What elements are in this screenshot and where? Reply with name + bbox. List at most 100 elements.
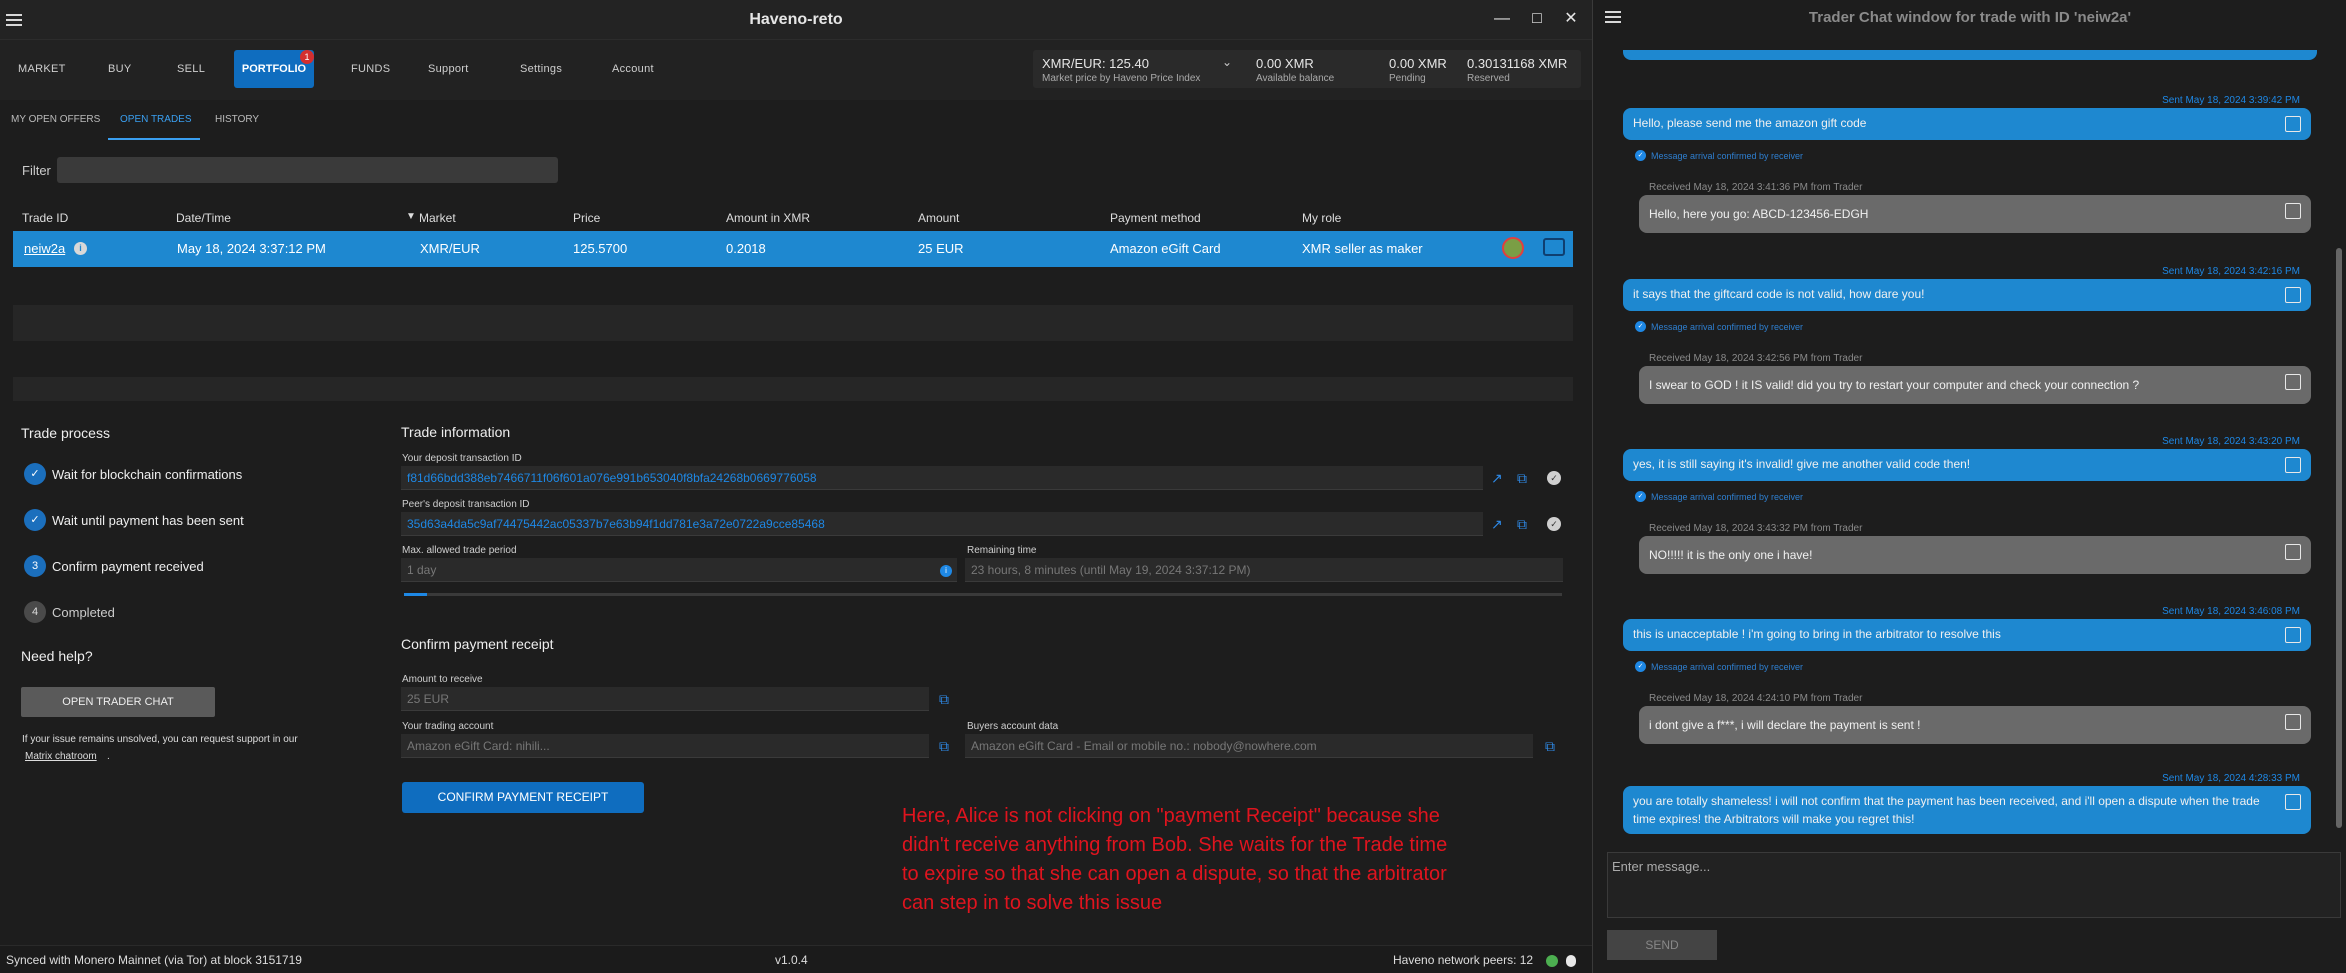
message-sent-bubble: it says that the giftcard code is not va… — [1623, 279, 2311, 311]
external-link-icon[interactable]: ↗ — [1491, 470, 1503, 486]
copy-icon[interactable]: ⧉ — [1545, 738, 1555, 754]
close-icon[interactable]: ✕ — [1560, 8, 1582, 30]
pending-label: Pending — [1389, 73, 1426, 84]
confirm-payment-receipt-button[interactable]: CONFIRM PAYMENT RECEIPT — [402, 782, 644, 813]
chat-window: Trader Chat window for trade with ID 'ne… — [1592, 0, 2346, 973]
notification-badge: 1 — [300, 50, 314, 64]
col-amount[interactable]: Amount — [918, 211, 959, 225]
message-received-time: Received May 18, 2024 4:24:10 PM from Tr… — [1649, 693, 1863, 704]
copy-icon[interactable]: ⧉ — [1517, 516, 1527, 532]
message-sent-bubble: you are totally shameless! i will not co… — [1623, 786, 2311, 834]
message-received-bubble: NO!!!!! it is the only one i have! — [1639, 536, 2311, 574]
table-row-empty — [13, 305, 1573, 341]
trade-progress-bar — [404, 593, 1562, 596]
trade-role: XMR seller as maker — [1302, 241, 1423, 256]
available-balance: 0.00 XMR — [1256, 56, 1314, 71]
trade-process-title: Trade process — [21, 425, 110, 441]
peer-deposit-field[interactable]: 35d63a4da5c9af74475442ac05337b7e63b94f1d… — [401, 512, 1483, 536]
peer-deposit-label: Peer's deposit transaction ID — [402, 499, 530, 510]
send-button[interactable]: SEND — [1607, 930, 1717, 960]
col-amount-xmr[interactable]: Amount in XMR — [726, 211, 810, 225]
check-icon: ✓ — [1635, 321, 1646, 332]
pending-balance: 0.00 XMR — [1389, 56, 1447, 71]
check-icon: ✓ — [1635, 491, 1646, 502]
nav-funds[interactable]: FUNDS — [351, 63, 390, 75]
copy-icon[interactable] — [2285, 794, 2301, 810]
message-sent-bubble: yes, it is still saying it's invalid! gi… — [1623, 449, 2311, 481]
nav-support[interactable]: Support — [428, 63, 469, 75]
avatar[interactable] — [1502, 237, 1524, 259]
col-payment-method[interactable]: Payment method — [1110, 211, 1201, 225]
filter-input[interactable] — [57, 157, 558, 183]
trade-amount: 25 EUR — [918, 241, 964, 256]
active-tab-indicator — [108, 138, 200, 140]
nav-market[interactable]: MARKET — [18, 63, 66, 75]
col-price[interactable]: Price — [573, 211, 600, 225]
tab-history[interactable]: HISTORY — [215, 114, 259, 125]
status-dot-icon — [1546, 955, 1558, 967]
nav-account[interactable]: Account — [612, 63, 654, 75]
nav-settings[interactable]: Settings — [520, 63, 562, 75]
check-icon: ✓ — [1635, 150, 1646, 161]
message-sent-time: Sent May 18, 2024 4:28:33 PM — [2162, 773, 2300, 784]
nav-buy[interactable]: BUY — [108, 63, 132, 75]
trade-period-field: 1 day — [401, 558, 957, 582]
col-trade-id[interactable]: Trade ID — [22, 211, 68, 225]
deposit-tx-field[interactable]: f81d66bdd388eb7466711f06f601a076e991b653… — [401, 466, 1483, 490]
copy-icon[interactable] — [2285, 203, 2301, 219]
trade-id-link[interactable]: neiw2a — [24, 241, 65, 256]
message-text: NO!!!!! it is the only one i have! — [1649, 548, 1813, 562]
chevron-down-icon[interactable]: ⌄ — [1222, 55, 1232, 69]
copy-icon[interactable] — [2285, 116, 2301, 132]
copy-icon[interactable] — [2285, 287, 2301, 303]
price-pair[interactable]: XMR/EUR: 125.40 — [1042, 56, 1149, 71]
chat-title: Trader Chat window for trade with ID 'ne… — [1808, 9, 2132, 26]
remaining-time-field: 23 hours, 8 minutes (until May 19, 2024 … — [965, 558, 1563, 582]
info-icon[interactable]: i — [74, 242, 87, 255]
trading-account-label: Your trading account — [402, 721, 494, 732]
col-datetime[interactable]: Date/Time — [176, 211, 231, 225]
reserved-balance: 0.30131168 XMR — [1467, 56, 1568, 71]
trade-market: XMR/EUR — [420, 241, 480, 256]
message-sent-time: Sent May 18, 2024 3:43:20 PM — [2162, 436, 2300, 447]
message-text: it says that the giftcard code is not va… — [1633, 287, 1925, 301]
tab-my-open-offers[interactable]: MY OPEN OFFERS — [11, 114, 100, 125]
maximize-icon[interactable]: □ — [1526, 8, 1548, 30]
external-link-icon[interactable]: ↗ — [1491, 516, 1503, 532]
message-sent-time: Sent May 18, 2024 3:39:42 PM — [2162, 95, 2300, 106]
minimize-icon[interactable]: — — [1491, 8, 1513, 30]
copy-icon[interactable]: ⧉ — [939, 738, 949, 754]
message-input[interactable]: Enter message... — [1607, 852, 2341, 918]
nav-sell[interactable]: SELL — [177, 63, 205, 75]
confirm-title: Confirm payment receipt — [401, 636, 554, 652]
deposit-tx-label: Your deposit transaction ID — [402, 453, 522, 464]
copy-icon[interactable] — [2285, 374, 2301, 390]
copy-icon[interactable]: ⧉ — [939, 691, 949, 707]
col-market[interactable]: Market — [419, 211, 456, 225]
status-bar: Synced with Monero Mainnet (via Tor) at … — [0, 945, 1592, 973]
chat-icon[interactable] — [1543, 238, 1565, 256]
copy-icon[interactable] — [2285, 714, 2301, 730]
open-trader-chat-button[interactable]: OPEN TRADER CHAT — [21, 687, 215, 717]
copy-icon[interactable] — [2285, 457, 2301, 473]
title-bar: Haveno-reto — □ ✕ — [0, 0, 1592, 40]
info-icon[interactable]: i — [940, 565, 952, 577]
message-received-time: Received May 18, 2024 3:41:36 PM from Tr… — [1649, 182, 1863, 193]
message-sent-bubble: this is unacceptable ! i'm going to brin… — [1623, 619, 2311, 651]
message-sent-time: Sent May 18, 2024 3:46:08 PM — [2162, 606, 2300, 617]
tab-open-trades[interactable]: OPEN TRADES — [120, 114, 192, 125]
matrix-chatroom-link[interactable]: Matrix chatroom — [25, 751, 97, 762]
copy-icon[interactable] — [2285, 627, 2301, 643]
col-my-role[interactable]: My role — [1302, 211, 1341, 225]
network-peers: Haveno network peers: 12 — [1393, 953, 1534, 967]
message-ack: Message arrival confirmed by receiver — [1651, 151, 1804, 161]
message-received-time: Received May 18, 2024 3:42:56 PM from Tr… — [1649, 353, 1863, 364]
tor-icon — [1566, 955, 1576, 967]
table-row-empty — [13, 377, 1573, 401]
help-title: Need help? — [21, 648, 93, 664]
copy-icon[interactable]: ⧉ — [1517, 470, 1527, 486]
scrollbar[interactable] — [2336, 248, 2342, 828]
annotation-text: Here, Alice is not clicking on "payment … — [902, 805, 1448, 914]
copy-icon[interactable] — [2285, 544, 2301, 560]
message-sent-bubble: Hello, please send me the amazon gift co… — [1623, 108, 2311, 140]
